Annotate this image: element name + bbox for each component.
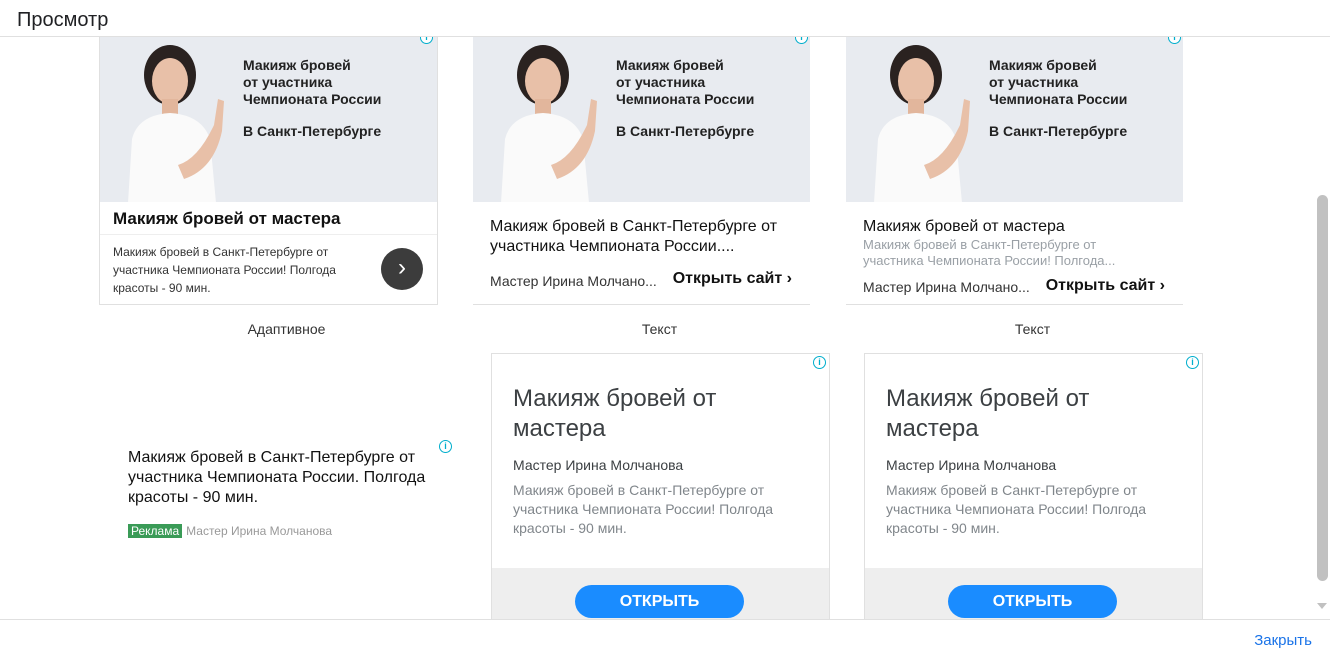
scroll-down-icon[interactable] [1317,603,1327,609]
woman-portrait-image [128,45,224,202]
text-ad-card[interactable]: Макияж бровей от участника Чемпионата Ро… [846,37,1183,305]
next-arrow-button[interactable]: › [381,248,423,290]
info-icon[interactable]: i [439,440,452,453]
ad-headline: Макияж бровей от мастера [863,218,1065,235]
info-icon[interactable]: i [813,356,826,369]
banner-city: В Санкт-Петербурге [616,123,755,139]
ad-badge: Реклама [128,524,183,538]
vertical-scrollbar[interactable] [1314,37,1330,619]
open-button[interactable]: ОТКРЫТЬ [575,585,744,618]
woman-portrait-image [874,45,970,202]
ad-description: Макияж бровей в Санкт-Петербурге от учас… [513,482,774,536]
banner-line: Чемпионата России [989,91,1128,107]
format-label-text: Текст [641,321,678,337]
format-label-text: Текст [1014,321,1051,337]
adaptive-ad-card[interactable]: Макияж бровей от участника Чемпионата Ро… [99,37,438,305]
banner-line: Чемпионата России [243,91,382,107]
info-icon[interactable]: i [1186,356,1199,369]
format-label-adaptive: Адаптивное [247,321,326,337]
banner-line: Макияж бровей [989,57,1097,73]
banner-line: Макияж бровей [243,57,351,73]
dialog-header: Просмотр [0,0,1330,37]
woman-portrait-image [501,45,597,202]
divider [473,304,810,305]
ad-footer: Реклама Мастер Ирина Молчанова [128,524,438,538]
ad-headline: Макияж бровей от мастера [513,385,717,442]
advertiser-name: Мастер Ирина Молчанова [513,457,684,473]
ad-banner-image: Макияж бровей от участника Чемпионата Ро… [100,37,437,202]
text-only-ad[interactable]: Макияж бровей в Санкт-Петербурге от учас… [128,448,438,538]
advertiser-name: Мастер Ирина Молчанова [186,524,333,538]
scrollbar-thumb[interactable] [1317,195,1328,581]
advertiser-name: Мастер Ирина Молчано... [863,279,1030,295]
text-ad-card[interactable]: Макияж бровей от участника Чемпионата Ро… [473,37,810,305]
ad-banner-image: Макияж бровей от участника Чемпионата Ро… [473,37,810,202]
dialog-footer: Закрыть [0,619,1330,662]
preview-area: Макияж бровей от участника Чемпионата Ро… [0,37,1314,619]
banner-text: Макияж бровей от участника Чемпионата Ро… [243,57,381,108]
banner-text: Макияж бровей от участника Чемпионата Ро… [989,57,1127,108]
info-icon[interactable]: i [795,37,808,44]
banner-line: Чемпионата России [616,91,755,107]
large-ad-card[interactable]: Макияж бровей от мастера Мастер Ирина Мо… [864,353,1203,619]
banner-city: В Санкт-Петербурге [989,123,1128,139]
open-site-link[interactable]: Открыть сайт › [1046,277,1165,295]
advertiser-name: Мастер Ирина Молчанова [886,457,1057,473]
banner-city: В Санкт-Петербурге [243,123,382,139]
ad-description: Макияж бровей в Санкт-Петербурге от учас… [863,237,1116,268]
ad-headline: Макияж бровей от мастера [886,385,1090,442]
open-button[interactable]: ОТКРЫТЬ [948,585,1117,618]
ad-description: Макияж бровей в Санкт-Петербурге от учас… [113,245,336,295]
ad-banner-image: Макияж бровей от участника Чемпионата Ро… [846,37,1183,202]
ad-headline: Макияж бровей в Санкт-Петербурге от учас… [490,218,778,255]
large-ad-card[interactable]: Макияж бровей от мастера Мастер Ирина Мо… [491,353,830,619]
ad-headline: Макияж бровей в Санкт-Петербурге от учас… [128,449,426,506]
open-site-link[interactable]: Открыть сайт › [673,270,792,288]
info-icon[interactable]: i [1168,37,1181,44]
close-button[interactable]: Закрыть [1254,632,1312,649]
ad-description: Макияж бровей в Санкт-Петербурге от учас… [886,482,1147,536]
banner-line: от участника [616,74,706,90]
advertiser-name: Мастер Ирина Молчано... [490,273,657,289]
banner-line: от участника [989,74,1079,90]
divider [846,304,1183,305]
banner-line: Макияж бровей [616,57,724,73]
banner-line: от участника [243,74,333,90]
banner-text: Макияж бровей от участника Чемпионата Ро… [616,57,754,108]
ad-headline: Макияж бровей от мастера [113,209,341,228]
divider [100,234,437,235]
dialog-title: Просмотр [17,9,109,31]
info-icon[interactable]: i [420,37,433,44]
